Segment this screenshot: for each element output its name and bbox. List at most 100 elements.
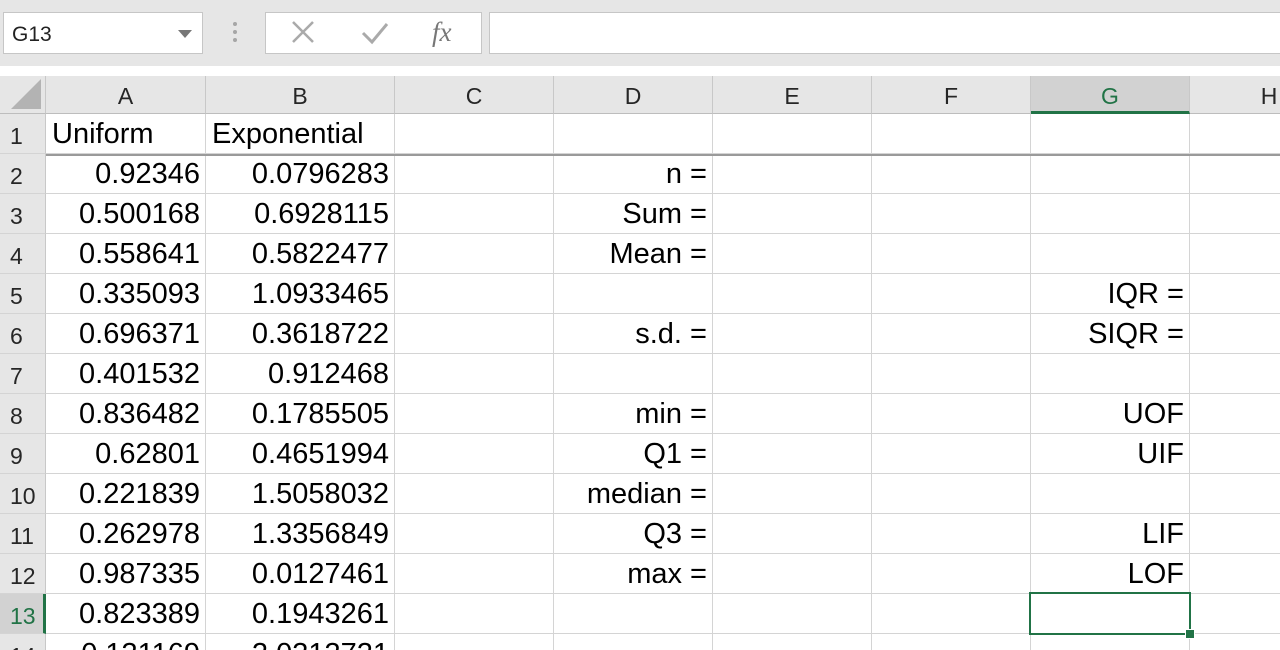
cell-f8[interactable]	[872, 394, 1031, 434]
cell-c8[interactable]	[395, 394, 554, 434]
cell-d8[interactable]: min =	[554, 394, 713, 434]
cell-f5[interactable]	[872, 274, 1031, 314]
cell-d11[interactable]: Q3 =	[554, 514, 713, 554]
cell-h13[interactable]	[1190, 594, 1280, 634]
cell-b11[interactable]: 1.3356849	[206, 514, 395, 554]
cell-c13[interactable]	[395, 594, 554, 634]
row-header-6[interactable]: 6	[0, 314, 46, 354]
fx-icon[interactable]: fx	[432, 17, 452, 48]
cell-g4[interactable]	[1031, 234, 1190, 274]
cell-f9[interactable]	[872, 434, 1031, 474]
cell-c4[interactable]	[395, 234, 554, 274]
cell-b14[interactable]: 2.0313721	[206, 634, 395, 650]
cell-c12[interactable]	[395, 554, 554, 594]
cell-b12[interactable]: 0.0127461	[206, 554, 395, 594]
cell-h8[interactable]	[1190, 394, 1280, 434]
cell-c10[interactable]	[395, 474, 554, 514]
cell-a4[interactable]: 0.558641	[46, 234, 206, 274]
cell-c1[interactable]	[395, 114, 554, 154]
cell-b8[interactable]: 0.1785505	[206, 394, 395, 434]
cell-b3[interactable]: 0.6928115	[206, 194, 395, 234]
column-header-e[interactable]: E	[713, 76, 872, 114]
cell-g5[interactable]: IQR =	[1031, 274, 1190, 314]
cell-h14[interactable]	[1190, 634, 1280, 650]
check-icon[interactable]	[356, 13, 396, 53]
row-header-12[interactable]: 12	[0, 554, 46, 594]
cell-d3[interactable]: Sum =	[554, 194, 713, 234]
cell-a14[interactable]: 0.131169	[46, 634, 206, 650]
cell-g10[interactable]	[1031, 474, 1190, 514]
row-header-4[interactable]: 4	[0, 234, 46, 274]
cell-e13[interactable]	[713, 594, 872, 634]
cell-f1[interactable]	[872, 114, 1031, 154]
chevron-down-icon[interactable]	[178, 30, 192, 38]
cell-h11[interactable]	[1190, 514, 1280, 554]
cell-a1[interactable]: Uniform	[46, 114, 206, 154]
cell-f7[interactable]	[872, 354, 1031, 394]
column-header-g[interactable]: G	[1031, 76, 1190, 114]
cell-a9[interactable]: 0.62801	[46, 434, 206, 474]
cell-e8[interactable]	[713, 394, 872, 434]
cell-f3[interactable]	[872, 194, 1031, 234]
cell-b2[interactable]: 0.0796283	[206, 154, 395, 194]
column-header-c[interactable]: C	[395, 76, 554, 114]
cell-g1[interactable]	[1031, 114, 1190, 154]
cell-f12[interactable]	[872, 554, 1031, 594]
cell-e14[interactable]	[713, 634, 872, 650]
row-header-8[interactable]: 8	[0, 394, 46, 434]
cell-h10[interactable]	[1190, 474, 1280, 514]
fill-handle[interactable]	[1185, 629, 1195, 639]
cell-e12[interactable]	[713, 554, 872, 594]
cell-c6[interactable]	[395, 314, 554, 354]
cell-e2[interactable]	[713, 154, 872, 194]
cell-b9[interactable]: 0.4651994	[206, 434, 395, 474]
cell-f14[interactable]	[872, 634, 1031, 650]
cell-f13[interactable]	[872, 594, 1031, 634]
cell-e11[interactable]	[713, 514, 872, 554]
cell-e5[interactable]	[713, 274, 872, 314]
cell-g6[interactable]: SIQR =	[1031, 314, 1190, 354]
row-header-10[interactable]: 10	[0, 474, 46, 514]
column-header-d[interactable]: D	[554, 76, 713, 114]
cell-h7[interactable]	[1190, 354, 1280, 394]
cell-c3[interactable]	[395, 194, 554, 234]
row-header-7[interactable]: 7	[0, 354, 46, 394]
cell-d7[interactable]	[554, 354, 713, 394]
column-header-b[interactable]: B	[206, 76, 395, 114]
row-header-11[interactable]: 11	[0, 514, 46, 554]
cell-a7[interactable]: 0.401532	[46, 354, 206, 394]
more-options-icon[interactable]	[228, 20, 242, 48]
row-header-13[interactable]: 13	[0, 594, 46, 634]
row-header-9[interactable]: 9	[0, 434, 46, 474]
cell-c11[interactable]	[395, 514, 554, 554]
cell-e1[interactable]	[713, 114, 872, 154]
cell-e9[interactable]	[713, 434, 872, 474]
cell-a6[interactable]: 0.696371	[46, 314, 206, 354]
cell-f2[interactable]	[872, 154, 1031, 194]
cell-b6[interactable]: 0.3618722	[206, 314, 395, 354]
cell-d6[interactable]: s.d. =	[554, 314, 713, 354]
cell-a8[interactable]: 0.836482	[46, 394, 206, 434]
column-header-a[interactable]: A	[46, 76, 206, 114]
cell-f4[interactable]	[872, 234, 1031, 274]
cell-a3[interactable]: 0.500168	[46, 194, 206, 234]
cell-g12[interactable]: LOF	[1031, 554, 1190, 594]
cell-d12[interactable]: max =	[554, 554, 713, 594]
cell-b1[interactable]: Exponential	[206, 114, 395, 154]
cell-c2[interactable]	[395, 154, 554, 194]
cell-g7[interactable]	[1031, 354, 1190, 394]
cell-g8[interactable]: UOF	[1031, 394, 1190, 434]
cell-b13[interactable]: 0.1943261	[206, 594, 395, 634]
cell-g9[interactable]: UIF	[1031, 434, 1190, 474]
cell-a5[interactable]: 0.335093	[46, 274, 206, 314]
cell-d14[interactable]	[554, 634, 713, 650]
cell-a11[interactable]: 0.262978	[46, 514, 206, 554]
select-all-button[interactable]	[0, 76, 46, 114]
cell-b4[interactable]: 0.5822477	[206, 234, 395, 274]
cell-a10[interactable]: 0.221839	[46, 474, 206, 514]
cell-h4[interactable]	[1190, 234, 1280, 274]
row-header-5[interactable]: 5	[0, 274, 46, 314]
cell-b5[interactable]: 1.0933465	[206, 274, 395, 314]
cell-g14[interactable]	[1031, 634, 1190, 650]
cell-a2[interactable]: 0.92346	[46, 154, 206, 194]
